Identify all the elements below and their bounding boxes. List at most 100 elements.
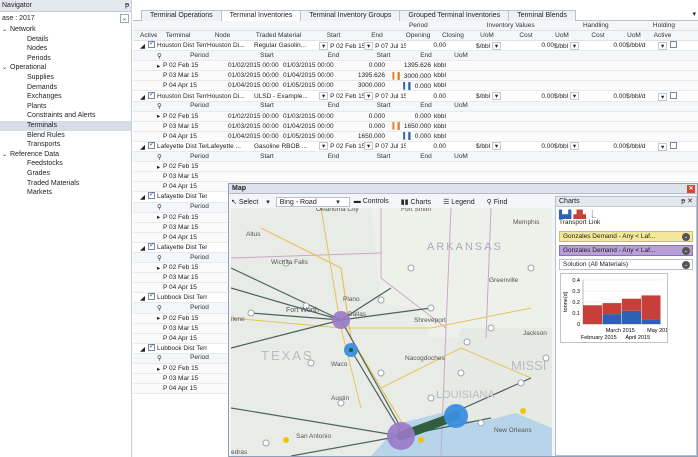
inventory-end-cell[interactable]: ▍▌ 3000.000 <box>385 72 431 80</box>
inventory-start-cell[interactable]: 3000.000 <box>343 82 385 89</box>
period-cell[interactable]: P 04 Apr 15 <box>163 183 228 190</box>
chevron-down-icon[interactable]: ◢ <box>140 295 145 302</box>
chevron-down-icon[interactable]: ◢ <box>140 346 145 353</box>
period-cell[interactable]: P 03 Mar 15 <box>163 224 228 231</box>
uom-cell[interactable]: $/bbl ▾ <box>476 142 514 151</box>
chevron-down-icon[interactable]: ▾ <box>319 41 329 50</box>
combo-chart-icon[interactable]: ▟▙ <box>574 210 586 219</box>
start-date-cell[interactable]: 01/04/2015 00:00 <box>228 82 283 89</box>
charts-button[interactable]: ▮▮ Charts <box>401 198 437 206</box>
period-cell[interactable]: P 02 Feb 15 <box>163 62 228 69</box>
expand-toggle[interactable]: ◢ <box>140 91 157 101</box>
node-cell[interactable]: Houston Di... <box>207 42 254 49</box>
uom-cell[interactable]: $/bbl ▾ <box>476 41 514 50</box>
nav-item[interactable]: Terminals <box>0 120 131 131</box>
period-cell[interactable]: P 03 Mar 15 <box>163 274 228 281</box>
column-header[interactable]: Opening <box>398 31 438 40</box>
nav-group[interactable]: ⌄ Reference Data <box>0 150 131 160</box>
inventory-start-cell[interactable]: 0.000 <box>343 113 385 120</box>
handling-cost-cell[interactable]: 0.00 <box>514 93 554 100</box>
close-icon[interactable]: ✕ <box>687 185 695 193</box>
map-canvas[interactable]: Oklahoma City Fort Smith Memphis Altus A… <box>231 208 552 456</box>
chevron-down-icon[interactable]: ◢ <box>140 94 145 101</box>
filter-icon[interactable]: ⚲ <box>157 102 171 110</box>
column-header[interactable]: Terminal <box>157 31 199 40</box>
pin-close-icons[interactable]: ᵽ ✕ <box>681 197 693 207</box>
active-checkbox[interactable] <box>148 293 155 301</box>
nav-group[interactable]: ⌄ Network <box>0 25 131 35</box>
holding-uom-cell[interactable]: $/bbl/d <box>626 93 658 100</box>
holding-cost-cell[interactable]: 0.00 <box>586 42 626 49</box>
tab[interactable]: Terminal Operations <box>141 10 222 21</box>
end-date-cell[interactable]: 01/04/2015 00:00 <box>283 72 343 79</box>
nav-item[interactable]: Constraints and Alerts <box>0 111 131 121</box>
active-checkbox[interactable] <box>148 192 155 200</box>
sub-column-header[interactable]: Start <box>361 101 406 111</box>
terminal-cell[interactable]: Lafeyette Dist Ter... <box>157 143 207 150</box>
handling-uom-cell[interactable]: $/bbl ▾ <box>554 142 586 151</box>
terminal-cell[interactable]: Houston Dist Term... <box>157 42 207 49</box>
start-date-cell[interactable]: 01/02/2015 00:00 <box>228 113 283 120</box>
column-header[interactable]: End <box>356 31 398 40</box>
nav-item[interactable]: Traded Materials <box>0 179 131 189</box>
column-header[interactable]: Traded Material <box>246 31 311 40</box>
handling-cost-cell[interactable]: 0.00 <box>514 42 554 49</box>
period-cell[interactable]: P 02 Feb 15 <box>163 163 228 170</box>
period-cell[interactable]: P 04 Apr 15 <box>163 234 228 241</box>
end-cell[interactable]: ▾ P 07 Jul 15 <box>364 92 406 101</box>
active-checkbox[interactable] <box>670 41 678 49</box>
period-cell[interactable]: P 02 Feb 15 <box>163 315 228 322</box>
nav-item[interactable]: Markets <box>0 188 131 198</box>
sub-column-header[interactable]: End <box>406 101 446 111</box>
filter-icon[interactable]: ⚲ <box>157 52 171 60</box>
column-header[interactable]: UoM <box>618 31 650 40</box>
selection-row-2[interactable]: Gonzales Demand - Any < Laf... ⌄ <box>559 245 693 256</box>
selection-row-1[interactable]: Gonzales Demand - Any < Laf... ⌄ <box>559 231 693 242</box>
chevron-down-icon[interactable]: ▾ <box>491 41 502 50</box>
inventory-start-cell[interactable]: 0.000 <box>343 62 385 69</box>
chevron-down-icon[interactable]: ◢ <box>140 43 145 50</box>
sub-column-header[interactable]: End <box>306 152 361 162</box>
period-cell[interactable]: P 03 Mar 15 <box>163 173 228 180</box>
uom-cell[interactable]: $/bbl ▾ <box>476 92 514 101</box>
start-cell[interactable]: ▾ P 02 Feb 15 <box>319 41 364 50</box>
column-header[interactable]: Cost <box>578 31 618 40</box>
opening-cell[interactable]: 0.00 <box>406 143 446 150</box>
nav-item[interactable]: Supplies <box>0 73 131 83</box>
period-cell[interactable]: P 04 Apr 15 <box>163 335 228 342</box>
material-cell[interactable]: Regular Gasolin... <box>254 42 319 49</box>
nav-item[interactable]: Transports <box>0 140 131 150</box>
handling-cost-cell[interactable]: 0.00 <box>514 143 554 150</box>
chevron-down-icon[interactable]: ▾ <box>658 142 668 151</box>
holding-cost-cell[interactable]: 0.00 <box>586 143 626 150</box>
active-checkbox[interactable] <box>148 242 155 250</box>
find-button[interactable]: ⚲ Find <box>487 198 514 206</box>
chevron-down-icon[interactable]: ▾ <box>569 92 580 101</box>
period-row[interactable]: P 04 Apr 15 01/04/2015 00:00 01/05/2015 00… <box>133 131 698 142</box>
chevron-down-icon[interactable]: ⌄ <box>2 151 10 161</box>
tab-overflow-icon[interactable]: ▾ <box>692 10 698 20</box>
nav-item[interactable]: Grades <box>0 169 131 179</box>
chevron-down-icon[interactable]: ▾ <box>364 142 374 151</box>
chevron-down-icon[interactable]: ▾ <box>491 142 502 151</box>
active-checkbox[interactable] <box>670 141 678 149</box>
column-header[interactable]: Active <box>650 31 675 40</box>
sub-column-header[interactable]: Start <box>361 51 406 61</box>
chevron-down-icon[interactable]: ◢ <box>140 194 145 201</box>
inventory-end-cell[interactable]: ▍▌ 0.000 <box>385 82 431 90</box>
sub-column-header[interactable]: End <box>306 101 361 111</box>
period-row[interactable]: ▸ P 02 Feb 15 01/02/2015 00:00 01/03/2015 0… <box>133 61 698 72</box>
period-cell[interactable]: P 02 Feb 15 <box>163 264 228 271</box>
chevron-down-icon[interactable]: ◢ <box>140 144 145 151</box>
controls-button[interactable]: ▬ Controls <box>354 198 395 205</box>
holding-uom-cell[interactable]: $/bbl/d <box>626 143 658 150</box>
end-cell[interactable]: ▾ P 07 Jul 15 <box>364 41 406 50</box>
sub-column-header[interactable]: Period <box>171 51 228 61</box>
map-title-bar[interactable]: Map ✕ <box>229 184 697 194</box>
material-cell[interactable]: Gasoline RBOB ... <box>254 143 319 150</box>
filter-icon[interactable]: ⚲ <box>157 203 171 211</box>
active-cell[interactable]: ▾ <box>658 41 683 51</box>
node-cell[interactable]: Lafeyette ... <box>207 143 254 150</box>
table-row[interactable]: ◢ Lafeyette Dist Ter...Lafeyette ...Gasol… <box>133 141 698 153</box>
column-header[interactable]: Active <box>140 31 157 40</box>
